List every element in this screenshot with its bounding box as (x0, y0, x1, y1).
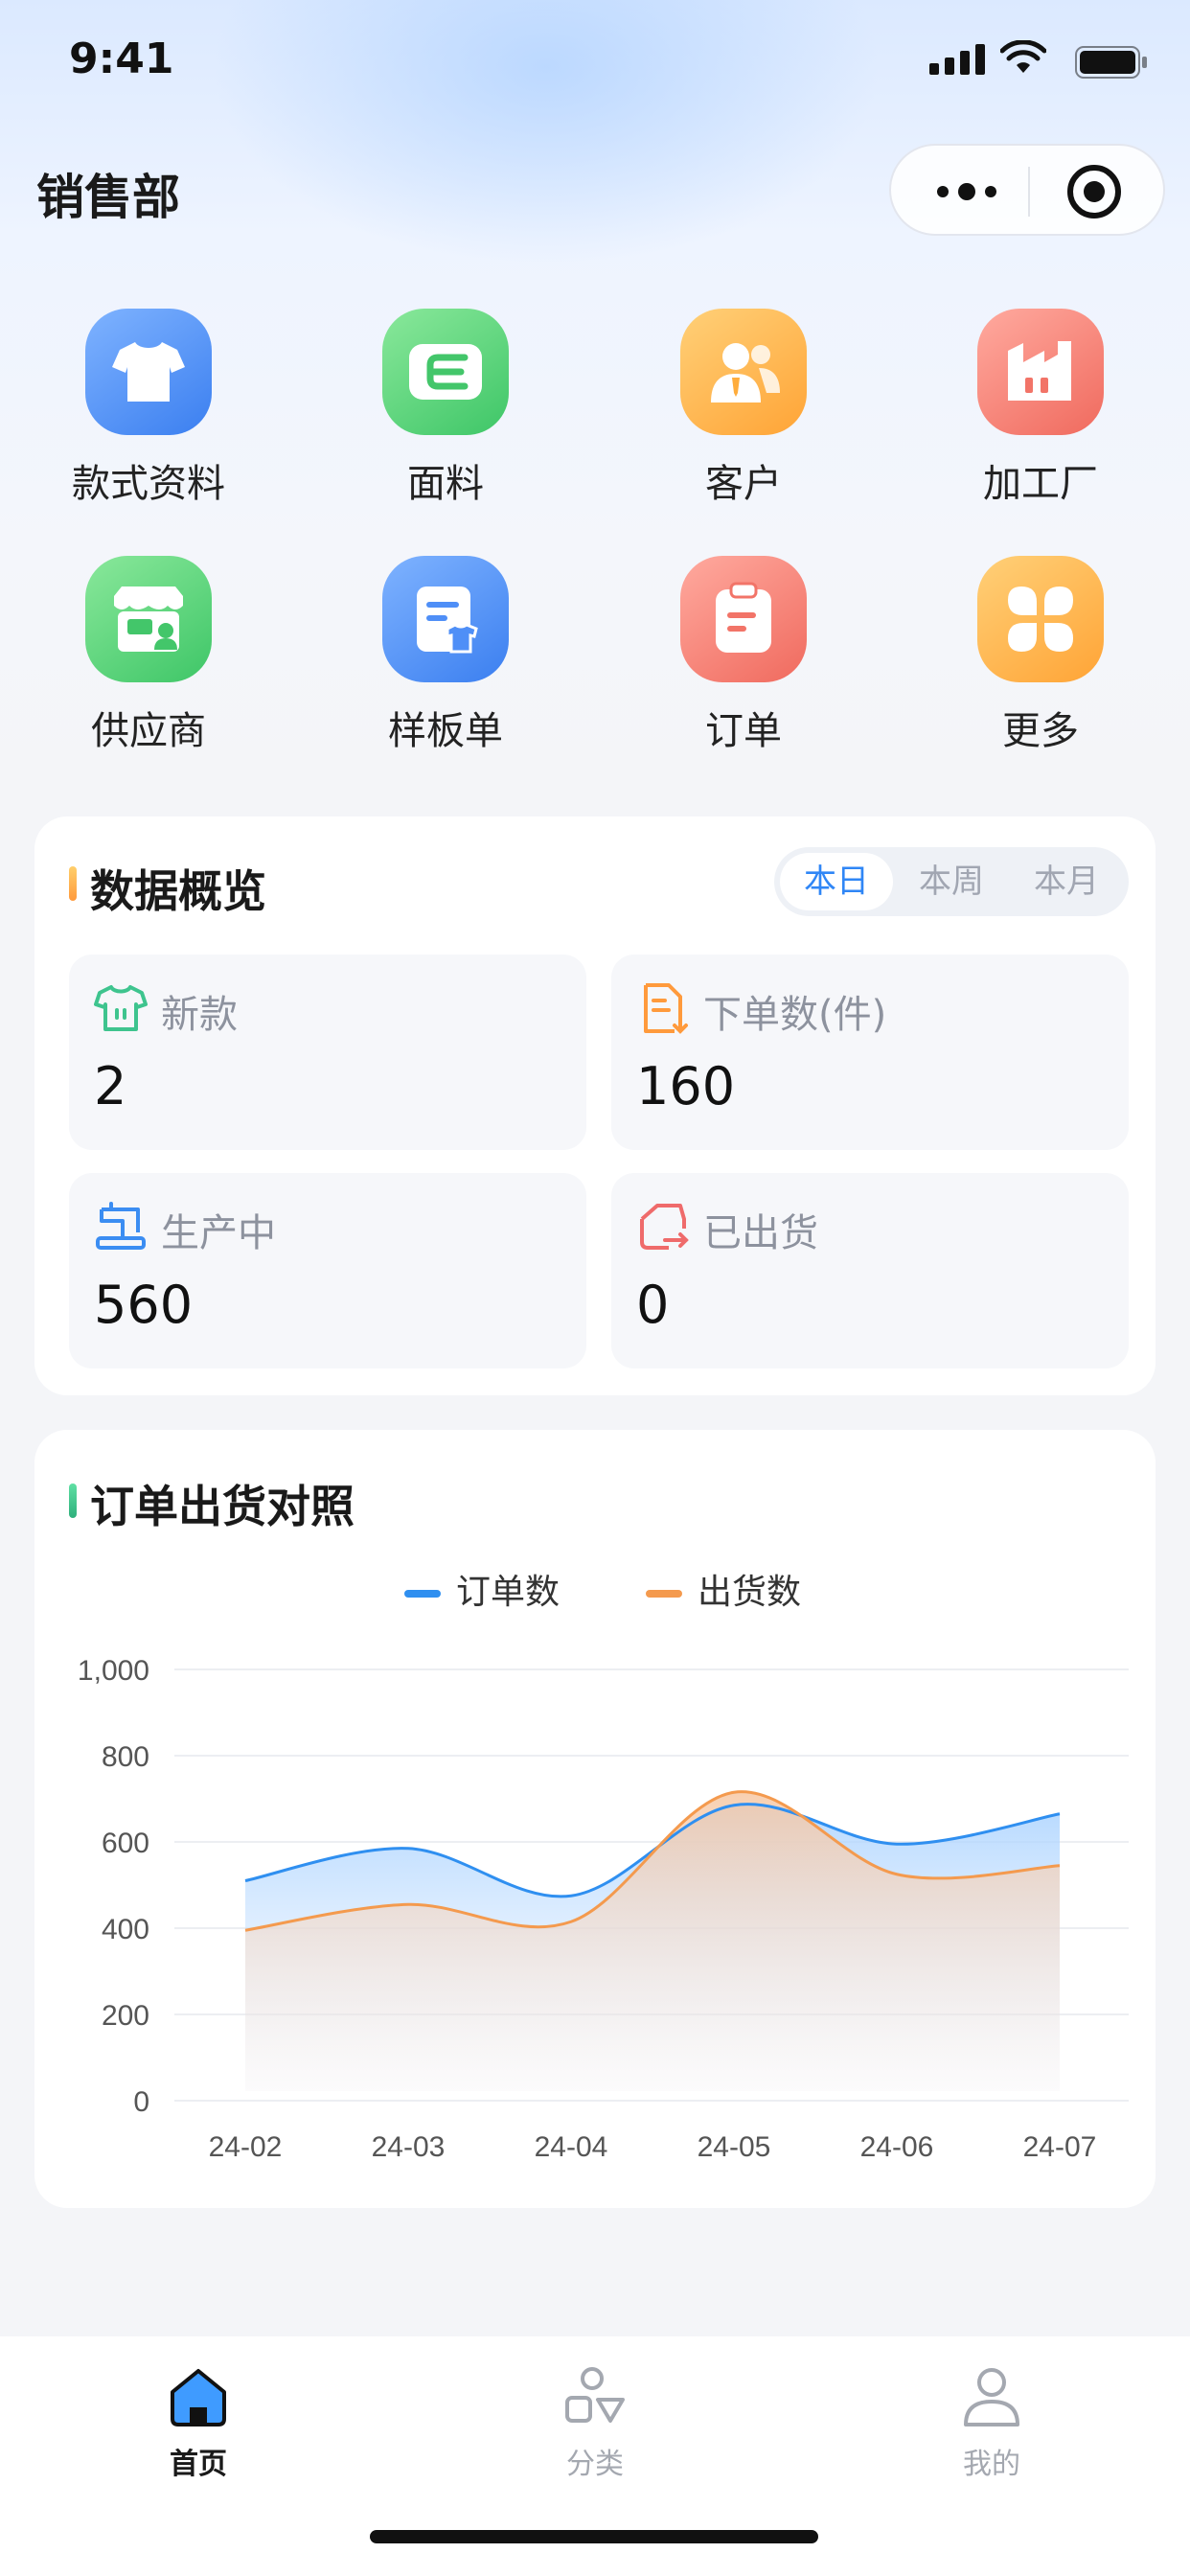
grid-label: 款式资料 (72, 462, 225, 506)
legend-orders[interactable]: 订单数 (404, 1564, 560, 1614)
tshirt-icon (85, 309, 212, 435)
legend-label: 出货数 (698, 1573, 802, 1612)
sample-sheet-icon (382, 556, 509, 682)
grid-label: 供应商 (91, 709, 206, 753)
y-tick-label: 1,000 (78, 1655, 149, 1687)
grid-item-factory[interactable]: 加工厂 (926, 309, 1156, 519)
x-tick-label: 24-07 (1023, 2131, 1097, 2163)
more-dots-icon[interactable] (933, 180, 1000, 203)
supplier-store-icon (85, 556, 212, 682)
home-indicator (370, 2530, 818, 2543)
tab-today[interactable]: 本日 (780, 853, 893, 910)
stat-label: 新款 (161, 993, 238, 1037)
stat-label: 已出货 (703, 1211, 818, 1255)
area-shipments (245, 1791, 1060, 2091)
stat-label: 下单数(件) (703, 993, 887, 1037)
tab-label: 分类 (566, 2448, 624, 2481)
grid-label: 客户 (705, 462, 782, 506)
stat-value: 160 (636, 1056, 736, 1116)
stat-in-production[interactable]: 生产中 560 (69, 1173, 586, 1368)
stat-value: 2 (94, 1056, 127, 1116)
tab-home[interactable]: 首页 (0, 2350, 397, 2494)
grid-item-sample-sheet[interactable]: 样板单 (331, 556, 561, 767)
miniprogram-capsule (889, 144, 1165, 236)
grid-label: 订单 (705, 709, 782, 753)
x-tick-label: 24-06 (860, 2131, 934, 2163)
order-doc-icon (644, 983, 688, 1034)
grid-item-customer[interactable]: 客户 (629, 309, 858, 519)
legend-shipments[interactable]: 出货数 (646, 1564, 801, 1614)
x-tick-label: 24-04 (535, 2131, 608, 2163)
y-tick-label: 800 (102, 1741, 149, 1773)
sewing-machine-icon (96, 1202, 146, 1250)
y-tick-label: 600 (102, 1828, 149, 1859)
title-accent-bar (69, 1484, 77, 1518)
tab-label: 首页 (170, 2448, 227, 2481)
x-tick-label: 24-02 (209, 2131, 283, 2163)
factory-icon (977, 309, 1104, 435)
grid-item-style-info[interactable]: 款式资料 (34, 309, 263, 519)
grid-label: 面料 (407, 462, 484, 506)
stat-value: 560 (94, 1275, 194, 1335)
tab-label: 我的 (963, 2448, 1020, 2481)
capsule-divider (1028, 167, 1030, 217)
tab-this-month[interactable]: 本月 (1010, 853, 1123, 910)
wifi-icon (1000, 40, 1046, 73)
battery-icon (1075, 46, 1147, 79)
legend-label: 订单数 (456, 1573, 561, 1612)
legend-swatch-orders (404, 1590, 441, 1598)
grid-item-supplier[interactable]: 供应商 (34, 556, 263, 767)
page-title: 销售部 (36, 170, 180, 225)
fabric-icon (382, 309, 509, 435)
tab-this-week[interactable]: 本周 (895, 853, 1008, 910)
legend-swatch-shipments (646, 1590, 682, 1598)
cellular-signal-icon (929, 44, 985, 75)
tab-category[interactable]: 分类 (397, 2350, 793, 2494)
stat-order-count[interactable]: 下单数(件) 160 (611, 954, 1129, 1150)
period-tabs: 本日 本周 本月 (774, 847, 1129, 916)
shipment-title: 订单出货对照 (90, 1481, 355, 1532)
order-shipment-card: 订单出货对照 订单数 出货数 0 200 400 600 800 1,000 24-02 24… (34, 1430, 1156, 2208)
grid-item-more[interactable]: 更多 (926, 556, 1156, 767)
x-tick-label: 24-03 (372, 2131, 446, 2163)
y-tick-label: 400 (102, 1914, 149, 1945)
tab-profile[interactable]: 我的 (793, 2350, 1190, 2494)
title-accent-bar (69, 866, 77, 901)
stat-new-styles[interactable]: 新款 2 (69, 954, 586, 1150)
data-overview-card: 数据概览 本日 本周 本月 新款 2 下单数(件) 160 生产中 560 已出… (34, 816, 1156, 1395)
grid-item-fabric[interactable]: 面料 (331, 309, 561, 519)
close-miniprogram-icon[interactable] (1065, 163, 1123, 220)
overview-title: 数据概览 (90, 865, 266, 917)
y-tick-label: 0 (133, 2086, 149, 2118)
grid-label: 样板单 (388, 709, 503, 753)
stat-shipped[interactable]: 已出货 0 (611, 1173, 1129, 1368)
status-bar: 9:41 (0, 0, 1190, 125)
home-icon (171, 2369, 226, 2426)
stat-value: 0 (636, 1275, 670, 1335)
grid-label: 加工厂 (983, 462, 1098, 506)
profile-icon (964, 2368, 1019, 2426)
grid-label: 更多 (1002, 709, 1079, 753)
order-shipment-chart: 0 200 400 600 800 1,000 24-02 24-03 24-04 24-05 24… (78, 1655, 1129, 2163)
shipped-icon (640, 1204, 689, 1250)
stat-label: 生产中 (161, 1211, 276, 1255)
status-time: 9:41 (69, 34, 174, 83)
order-clipboard-icon (680, 556, 807, 682)
more-grid-icon (977, 556, 1104, 682)
category-icon (565, 2367, 625, 2423)
grid-item-order[interactable]: 订单 (629, 556, 858, 767)
customer-icon (680, 309, 807, 435)
x-tick-label: 24-05 (698, 2131, 771, 2163)
y-tick-label: 200 (102, 2000, 149, 2032)
new-style-icon (94, 985, 148, 1031)
